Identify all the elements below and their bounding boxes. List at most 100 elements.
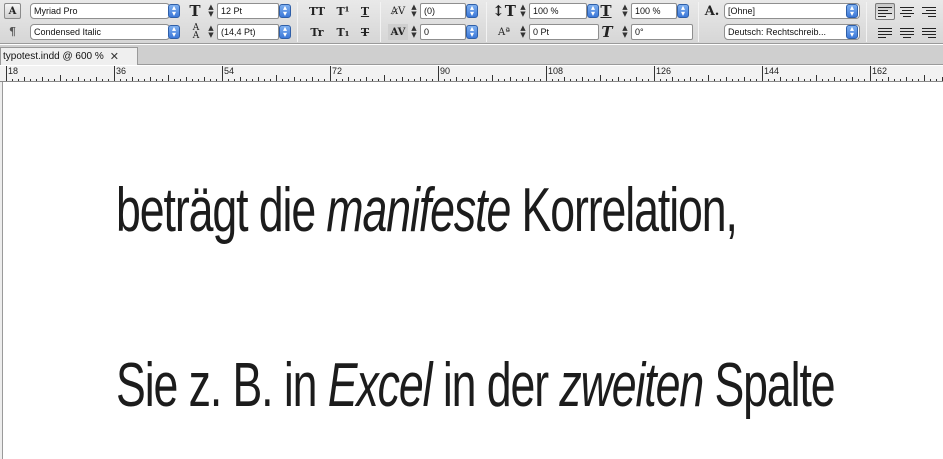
kerning-value: (0) xyxy=(424,6,435,16)
kerning-dropdown-icon[interactable]: ▴ ▾ xyxy=(466,4,478,18)
document-tab-bar: typotest.indd @ 600 % ✕ xyxy=(0,45,943,65)
kerning-icon: A̷V xyxy=(390,5,406,17)
horizontal-scale-icon: T xyxy=(600,2,612,20)
text-run: Sie z. B. in xyxy=(116,351,328,420)
ruler-label: 108 xyxy=(548,66,564,76)
align-right-button[interactable] xyxy=(919,3,939,20)
horizontal-scale-field[interactable]: 100 % xyxy=(631,3,677,19)
leading-dropdown-icon[interactable]: ▴ ▾ xyxy=(279,25,291,39)
font-size-dropdown-icon[interactable]: ▴ ▾ xyxy=(279,4,291,18)
vertical-scale-field[interactable]: 100 % xyxy=(529,3,587,19)
text-run: beträgt die xyxy=(116,176,327,245)
superscript-label: T¹ xyxy=(336,4,350,18)
subscript-button[interactable]: T₁ xyxy=(332,24,354,40)
baseline-shift-field[interactable]: 0 Pt xyxy=(529,24,599,40)
justify-right-icon xyxy=(922,27,936,38)
font-size-field[interactable]: 12 Pt xyxy=(217,3,279,19)
all-caps-label: TT xyxy=(309,4,325,18)
horizontal-ruler[interactable]: 18 36 54 72 90 108 126 144 162 xyxy=(0,66,943,82)
close-icon[interactable]: ✕ xyxy=(110,50,119,63)
baseline-shift-value: 0 Pt xyxy=(533,27,550,37)
horizontal-scale-value: 100 % xyxy=(635,6,661,16)
tracking-dropdown-icon[interactable]: ▴ ▾ xyxy=(466,25,478,39)
horizontal-scale-dropdown-icon[interactable]: ▴ ▾ xyxy=(677,4,689,18)
vertical-scale-stepper[interactable]: ▲ ▼ xyxy=(518,3,528,19)
font-style-dropdown-icon[interactable]: ▴ ▾ xyxy=(168,25,180,39)
font-style-value: Condensed Italic xyxy=(34,27,102,37)
separator xyxy=(486,2,487,42)
tracking-icon: AV xyxy=(388,24,408,40)
leading-field[interactable]: (14,4 Pt) xyxy=(217,24,279,40)
skew-stepper[interactable]: ▲ ▼ xyxy=(620,24,630,40)
kerning-stepper[interactable]: ▲ ▼ xyxy=(409,3,419,19)
paragraph-mode-button[interactable]: ¶ xyxy=(4,23,21,39)
text-line-1[interactable]: beträgt die manifeste Korrelation, xyxy=(116,175,738,246)
language-field[interactable]: Deutsch: Rechtschreib... xyxy=(724,24,860,40)
leading-icon: AA xyxy=(192,23,200,41)
text-run: in der xyxy=(431,351,560,420)
skew-value: 0° xyxy=(635,27,644,37)
kerning-field[interactable]: (0) xyxy=(420,3,466,19)
vertical-ruler[interactable] xyxy=(0,82,3,459)
vertical-scale-icon: ↕T xyxy=(492,2,516,20)
strikethrough-button[interactable]: T xyxy=(356,24,374,40)
ruler-label: 90 xyxy=(440,66,451,76)
paragraph-mode-label: ¶ xyxy=(9,24,16,38)
text-line-2[interactable]: Sie z. B. in Excel in der zweiten Spalte xyxy=(116,350,836,421)
tracking-value: 0 xyxy=(424,27,430,37)
justify-center-button[interactable] xyxy=(897,24,917,41)
align-left-button[interactable] xyxy=(875,3,895,20)
justify-left-button[interactable] xyxy=(875,24,895,41)
ruler-ticks xyxy=(6,66,943,81)
control-panel: A ¶ Myriad Pro ▴ ▾ Condensed Italic ▴ ▾ T … xyxy=(0,0,943,44)
character-style-field[interactable]: [Ohne] xyxy=(724,3,860,19)
character-mode-label: A xyxy=(8,5,17,17)
small-caps-label: Tr xyxy=(310,25,324,39)
character-style-value: [Ohne] xyxy=(728,6,756,16)
strikethrough-label: T xyxy=(360,25,370,39)
character-style-icon: A. xyxy=(704,3,720,19)
separator xyxy=(866,2,867,42)
separator xyxy=(380,2,381,42)
font-style-field[interactable]: Condensed Italic xyxy=(30,24,170,40)
baseline-shift-icon: Aª xyxy=(498,26,510,38)
font-size-value: 12 Pt xyxy=(221,6,243,16)
leading-stepper[interactable]: ▲ ▼ xyxy=(206,24,216,40)
document-tab[interactable]: typotest.indd @ 600 % ✕ xyxy=(0,47,138,65)
font-family-dropdown-icon[interactable]: ▴ ▾ xyxy=(168,4,180,18)
text-run: Korrelation, xyxy=(510,176,738,245)
small-caps-button[interactable]: Tr xyxy=(306,24,328,40)
text-run-italic: zweiten xyxy=(559,351,704,420)
ruler-label: 162 xyxy=(872,66,888,76)
align-left-icon xyxy=(878,6,892,17)
tracking-field[interactable]: 0 xyxy=(420,24,466,40)
vertical-scale-value: 100 % xyxy=(533,6,559,16)
align-center-button[interactable] xyxy=(897,3,917,20)
leading-value: (14,4 Pt) xyxy=(221,27,256,37)
align-right-icon xyxy=(922,6,936,17)
ruler-label: 36 xyxy=(116,66,127,76)
font-family-field[interactable]: Myriad Pro xyxy=(30,3,170,19)
ruler-label: 72 xyxy=(332,66,343,76)
baseline-shift-stepper[interactable]: ▲ ▼ xyxy=(518,24,528,40)
superscript-button[interactable]: T¹ xyxy=(332,3,354,19)
font-size-stepper[interactable]: ▲ ▼ xyxy=(206,3,216,19)
all-caps-button[interactable]: TT xyxy=(306,3,328,19)
horizontal-scale-stepper[interactable]: ▲ ▼ xyxy=(620,3,630,19)
underline-button[interactable]: T xyxy=(356,3,374,19)
skew-field[interactable]: 0° xyxy=(631,24,693,40)
ruler-label: 18 xyxy=(8,66,19,76)
tracking-stepper[interactable]: ▲ ▼ xyxy=(409,24,419,40)
ruler-label: 54 xyxy=(224,66,235,76)
language-dropdown-icon[interactable]: ▴ ▾ xyxy=(846,25,858,39)
text-run-italic: Excel xyxy=(327,351,433,420)
underline-label: T xyxy=(360,4,370,18)
separator xyxy=(698,2,699,42)
character-style-dropdown-icon[interactable]: ▴ ▾ xyxy=(846,4,858,18)
subscript-label: T₁ xyxy=(336,25,350,39)
align-center-icon xyxy=(900,6,914,17)
justify-right-button[interactable] xyxy=(919,24,939,41)
justify-left-icon xyxy=(878,27,892,38)
character-mode-button[interactable]: A xyxy=(4,3,21,19)
text-run-italic: manifeste xyxy=(326,176,511,245)
